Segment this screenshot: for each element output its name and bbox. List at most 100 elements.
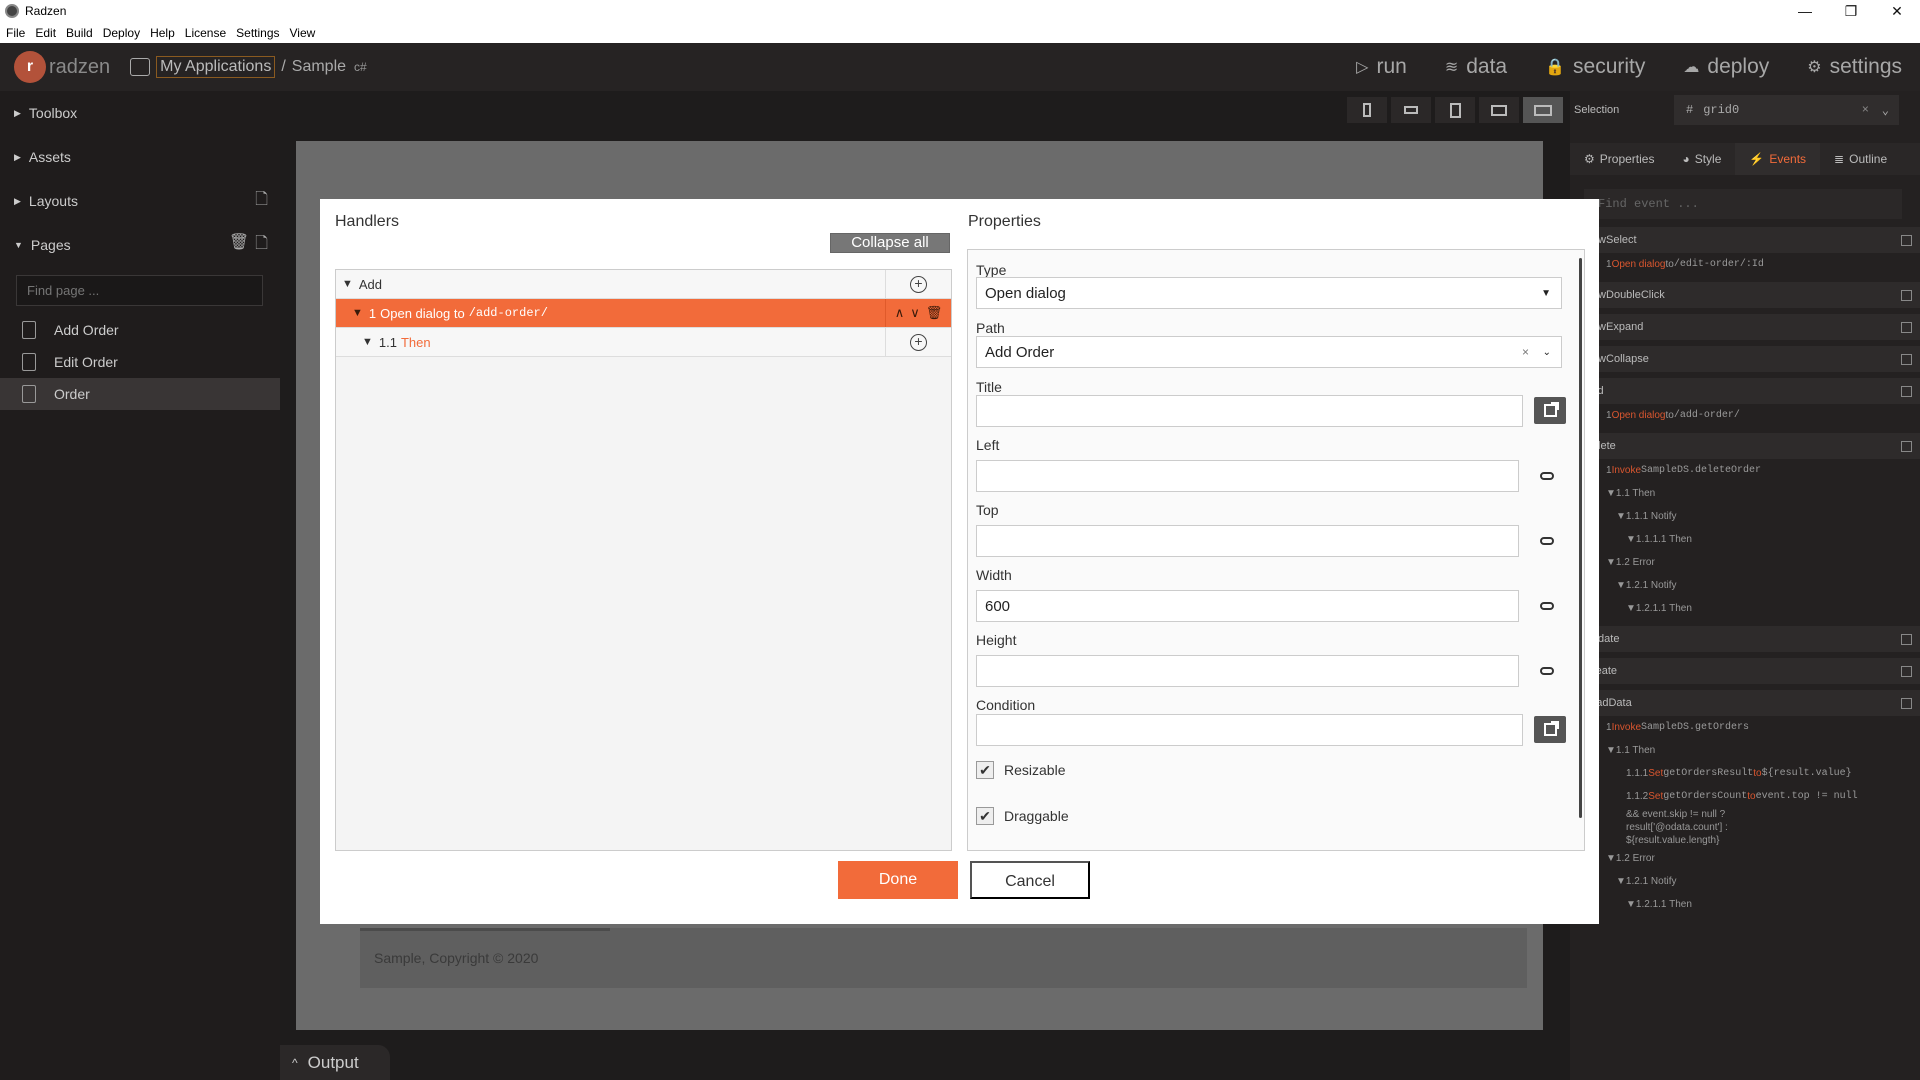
trash-icon[interactable]: 🗑	[926, 305, 943, 321]
tab-properties[interactable]: ⚙ Properties	[1570, 143, 1668, 175]
event-row[interactable]: RowSelect	[1570, 227, 1920, 253]
menu-deploy[interactable]: Deploy	[103, 26, 140, 40]
event-row[interactable]: RowCollapse	[1570, 346, 1920, 372]
run-button[interactable]: ▷ run	[1356, 55, 1407, 79]
open-expression-button[interactable]	[1534, 397, 1566, 424]
event-action[interactable]: 1.1.2 Set getOrdersCount to event.top !=…	[1570, 785, 1920, 808]
sidebar-section-assets[interactable]: ▶ Assets	[0, 135, 280, 179]
event-action[interactable]: ▼ 1.1.1 Notify	[1570, 505, 1920, 528]
device-tablet-landscape-button[interactable]	[1479, 97, 1519, 123]
move-up-icon[interactable]: ∧	[895, 305, 905, 321]
selection-dropdown[interactable]: # grid0 × ⌄	[1674, 95, 1899, 125]
event-action[interactable]: 1 Invoke SampleDS.deleteOrder	[1570, 459, 1920, 482]
sidebar-section-toolbox[interactable]: ▶ Toolbox	[0, 91, 280, 135]
find-event-input[interactable]: Find event ...	[1584, 189, 1902, 219]
page-item-order[interactable]: Order	[0, 378, 280, 410]
tab-events[interactable]: ⚡ Events	[1735, 143, 1821, 175]
new-layout-icon[interactable]: 🗋	[255, 188, 268, 215]
edit-icon[interactable]	[1901, 440, 1912, 452]
edit-icon[interactable]	[1901, 385, 1912, 397]
event-row[interactable]: Add	[1570, 378, 1920, 404]
output-tab[interactable]: ^ Output	[280, 1045, 390, 1080]
event-action[interactable]: ▼ 1.1 Then	[1570, 739, 1920, 762]
event-action[interactable]: ▼ 1.2.1.1 Then	[1570, 893, 1920, 916]
event-action[interactable]: 1.1.1 Set getOrdersResult to ${result.va…	[1570, 762, 1920, 785]
device-phone-landscape-button[interactable]	[1391, 97, 1431, 123]
clear-icon[interactable]: ×	[1862, 103, 1869, 117]
move-down-icon[interactable]: ∨	[910, 305, 920, 321]
edit-icon[interactable]	[1901, 697, 1912, 709]
event-row[interactable]: Update	[1570, 626, 1920, 652]
link-icon[interactable]	[1540, 667, 1554, 675]
done-button[interactable]: Done	[838, 861, 958, 899]
event-action[interactable]: ▼ 1.2.1.1 Then	[1570, 597, 1920, 620]
menu-help[interactable]: Help	[150, 26, 175, 40]
event-action[interactable]: ▼ 1.2 Error	[1570, 847, 1920, 870]
scrollbar[interactable]	[1579, 258, 1582, 818]
event-row[interactable]: Delete	[1570, 433, 1920, 459]
open-expression-button[interactable]	[1534, 716, 1566, 743]
security-button[interactable]: 🔒 security	[1545, 55, 1645, 79]
minimize-button[interactable]: —	[1782, 0, 1828, 22]
event-action[interactable]: ▼ 1.2 Error	[1570, 551, 1920, 574]
menu-view[interactable]: View	[290, 26, 316, 40]
sidebar-section-pages[interactable]: ▼ Pages 🗑 🗋	[0, 223, 280, 267]
menu-file[interactable]: File	[6, 26, 25, 40]
deploy-button[interactable]: ☁ deploy	[1683, 55, 1769, 79]
page-item-edit-order[interactable]: Edit Order	[0, 346, 280, 378]
left-input[interactable]	[976, 460, 1519, 492]
settings-button[interactable]: ⚙ settings	[1807, 55, 1902, 79]
link-icon[interactable]	[1540, 602, 1554, 610]
find-page-input[interactable]	[16, 275, 263, 306]
event-action[interactable]: ▼ 1.1.1.1 Then	[1570, 528, 1920, 551]
link-icon[interactable]	[1540, 472, 1554, 480]
menu-edit[interactable]: Edit	[35, 26, 56, 40]
edit-icon[interactable]	[1901, 321, 1912, 333]
collapse-all-button[interactable]: Collapse all	[830, 233, 950, 253]
edit-icon[interactable]	[1901, 289, 1912, 301]
edit-icon[interactable]	[1901, 353, 1912, 365]
radzen-logo[interactable]: r radzen	[14, 51, 110, 83]
edit-icon[interactable]	[1901, 234, 1912, 246]
path-select[interactable]: Add Order × ⌄	[976, 336, 1562, 368]
event-row[interactable]: RowDoubleClick	[1570, 282, 1920, 308]
edit-icon[interactable]	[1901, 633, 1912, 645]
page-item-add-order[interactable]: Add Order	[0, 314, 280, 346]
top-input[interactable]	[976, 525, 1519, 557]
sidebar-section-layouts[interactable]: ▶ Layouts 🗋	[0, 179, 280, 223]
condition-input[interactable]	[976, 714, 1523, 746]
link-icon[interactable]	[1540, 537, 1554, 545]
event-action[interactable]: 1 Invoke SampleDS.getOrders	[1570, 716, 1920, 739]
device-tablet-portrait-button[interactable]	[1435, 97, 1475, 123]
event-row[interactable]: Create	[1570, 658, 1920, 684]
event-row[interactable]: LoadData	[1570, 690, 1920, 716]
title-input[interactable]	[976, 395, 1523, 427]
type-select[interactable]: Open dialog ▼	[976, 277, 1562, 309]
cancel-button[interactable]: Cancel	[970, 861, 1090, 899]
height-input[interactable]	[976, 655, 1519, 687]
data-button[interactable]: ≋ data	[1445, 55, 1507, 79]
event-action[interactable]: ▼ 1.2.1 Notify	[1570, 574, 1920, 597]
add-handler-icon[interactable]: +	[910, 333, 927, 351]
edit-icon[interactable]	[1901, 665, 1912, 677]
tab-style[interactable]: ◕ Style	[1668, 143, 1735, 175]
event-row[interactable]: RowExpand	[1570, 314, 1920, 340]
menu-license[interactable]: License	[185, 26, 226, 40]
new-page-icon[interactable]: 🗋	[255, 232, 268, 259]
width-input[interactable]: 600	[976, 590, 1519, 622]
device-desktop-button[interactable]	[1523, 97, 1563, 123]
clear-icon[interactable]: ×	[1522, 345, 1529, 359]
maximize-button[interactable]: ❐	[1828, 0, 1874, 22]
resizable-checkbox[interactable]: ✔	[976, 761, 994, 779]
event-action[interactable]: 1 Open dialog to /edit-order/:Id	[1570, 253, 1920, 276]
handler-then-row[interactable]: ▼ 1.1 Then +	[336, 328, 951, 357]
tab-outline[interactable]: ≣ Outline	[1820, 143, 1901, 175]
event-action[interactable]: ▼ 1.1 Then	[1570, 482, 1920, 505]
close-window-button[interactable]: ✕	[1874, 0, 1920, 22]
draggable-checkbox[interactable]: ✔	[976, 807, 994, 825]
menu-build[interactable]: Build	[66, 26, 93, 40]
event-action[interactable]: ▼ 1.2.1 Notify	[1570, 870, 1920, 893]
add-handler-icon[interactable]: +	[910, 275, 927, 293]
event-action[interactable]: 1 Open dialog to /add-order/	[1570, 404, 1920, 427]
trash-icon[interactable]: 🗑	[229, 232, 249, 259]
